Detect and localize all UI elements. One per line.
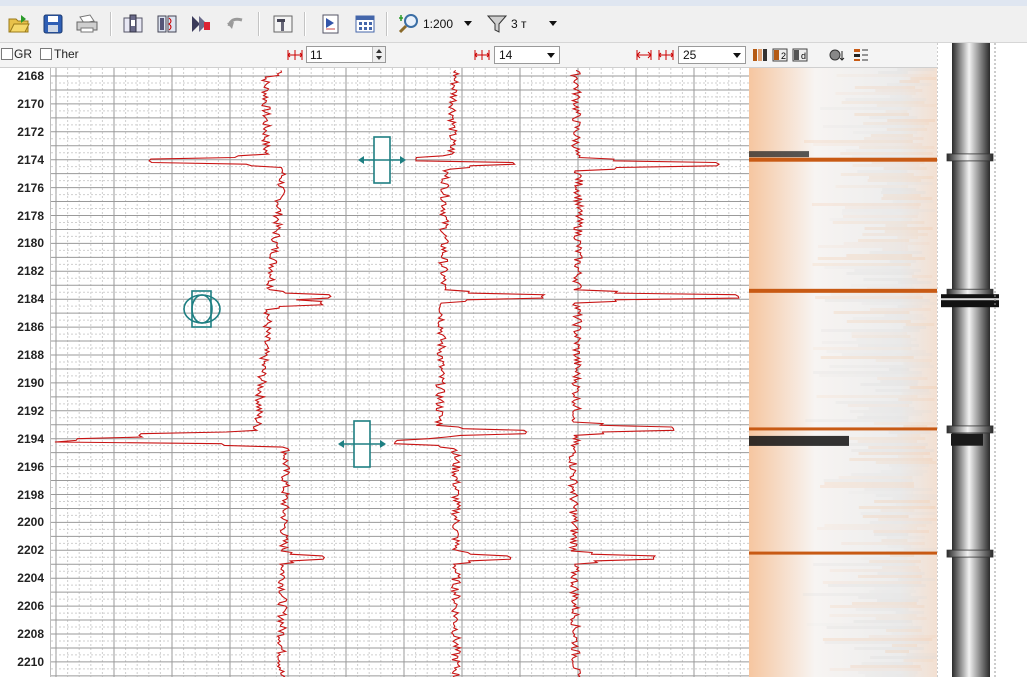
gr-checkbox[interactable] bbox=[1, 48, 13, 60]
scale-left-icon[interactable] bbox=[636, 47, 652, 63]
packer-element bbox=[941, 294, 999, 308]
depth-label: 2204 bbox=[17, 571, 44, 586]
depth-label: 2208 bbox=[17, 627, 44, 641]
depth-label: 2200 bbox=[17, 515, 44, 530]
depth-label: 2188 bbox=[17, 348, 44, 362]
ther-label: Ther bbox=[54, 47, 79, 61]
filter-icon[interactable] bbox=[484, 11, 510, 37]
sphere-icon[interactable] bbox=[829, 47, 845, 63]
undo-icon[interactable] bbox=[222, 11, 248, 37]
chevron-down-icon[interactable] bbox=[464, 21, 472, 26]
depth-label: 2190 bbox=[17, 375, 44, 390]
toolbar-separator bbox=[110, 12, 112, 36]
depth-label: 2196 bbox=[17, 459, 44, 474]
depth-label: 2176 bbox=[17, 180, 44, 195]
track3-scale-dropdown[interactable]: 25 bbox=[678, 46, 746, 64]
color-palette-icon[interactable] bbox=[752, 47, 768, 63]
depth-label: 2186 bbox=[17, 320, 44, 335]
image-track-svg bbox=[749, 68, 937, 677]
image-dark-band bbox=[749, 435, 849, 446]
ther-checkbox[interactable] bbox=[40, 48, 52, 60]
casing-pipe-track bbox=[937, 43, 1027, 677]
depth-label: 2210 bbox=[17, 654, 44, 669]
band-list-icon[interactable] bbox=[853, 47, 869, 63]
svg-text:d: d bbox=[801, 51, 806, 61]
save-icon[interactable] bbox=[40, 11, 66, 37]
curve-edit-icon[interactable] bbox=[188, 11, 214, 37]
depth-label: 2198 bbox=[17, 487, 44, 502]
filter-value[interactable]: 3 т bbox=[511, 17, 527, 31]
curve-1 bbox=[54, 70, 332, 677]
properties-icon[interactable] bbox=[270, 11, 296, 37]
track2-scale-value: 14 bbox=[499, 48, 513, 62]
depth-label: 2194 bbox=[17, 431, 44, 446]
zoom-icon[interactable] bbox=[396, 11, 422, 37]
template-icon[interactable] bbox=[318, 11, 344, 37]
svg-text:2: 2 bbox=[781, 51, 786, 61]
track-control-bar: GR Ther 11 14 25 2 d т bbox=[0, 43, 1027, 68]
toolbar-separator bbox=[304, 12, 306, 36]
casing-pipe bbox=[952, 43, 990, 677]
chevron-down-icon[interactable] bbox=[549, 21, 557, 26]
packer-element bbox=[951, 433, 983, 446]
dark-palette-icon[interactable]: d bbox=[792, 47, 808, 63]
image-band bbox=[749, 157, 937, 162]
log-plot-svg bbox=[51, 68, 749, 677]
chevron-down-icon[interactable] bbox=[729, 47, 745, 63]
toolbar-separator bbox=[386, 12, 388, 36]
scale-width-icon[interactable] bbox=[658, 47, 674, 63]
depth-label: 2202 bbox=[17, 543, 44, 558]
open-folder-icon[interactable] bbox=[6, 11, 32, 37]
depth-label: 2174 bbox=[17, 152, 44, 167]
chevron-down-icon[interactable] bbox=[543, 47, 559, 63]
toolbar-separator bbox=[258, 12, 260, 36]
depth-label: 2192 bbox=[17, 403, 44, 418]
image-band bbox=[749, 288, 937, 293]
gr-label: GR bbox=[14, 47, 32, 61]
centralizer-marker-icon[interactable] bbox=[183, 290, 221, 328]
depth-label: 2178 bbox=[17, 208, 44, 223]
track1-scale-spinner[interactable]: 11 bbox=[306, 46, 386, 63]
depth-label: 2182 bbox=[17, 264, 44, 279]
curve-2 bbox=[393, 69, 546, 677]
grid-table-icon[interactable] bbox=[352, 11, 378, 37]
print-icon[interactable] bbox=[74, 11, 100, 37]
track3-scale-value: 25 bbox=[683, 48, 697, 62]
depth-label: 2172 bbox=[17, 124, 44, 139]
tool-settings-icon[interactable] bbox=[120, 11, 146, 37]
scale-width-icon[interactable] bbox=[474, 47, 490, 63]
main-toolbar: 1:200 3 т bbox=[0, 6, 1027, 43]
two-color-icon[interactable]: 2 bbox=[772, 47, 788, 63]
image-band bbox=[749, 427, 937, 431]
log-tracks-icon[interactable] bbox=[154, 11, 180, 37]
depth-label: 2184 bbox=[17, 292, 44, 307]
depth-label: 2206 bbox=[17, 599, 44, 614]
casing-collar bbox=[946, 153, 994, 162]
depth-track: 2168 2170 2172 2174 2176 2178 2180 2182 2184 2186… bbox=[0, 68, 51, 677]
track1-scale-value: 11 bbox=[310, 48, 323, 62]
log-curves-track[interactable] bbox=[51, 68, 749, 677]
depth-label: 2168 bbox=[17, 69, 44, 83]
scale-width-icon[interactable] bbox=[287, 47, 303, 63]
track2-scale-dropdown[interactable]: 14 bbox=[494, 46, 560, 64]
image-dark-band bbox=[749, 151, 809, 158]
casing-collar bbox=[946, 425, 994, 434]
pipe-svg bbox=[937, 43, 999, 677]
image-band bbox=[749, 551, 937, 555]
spinner-arrows[interactable] bbox=[372, 47, 385, 62]
scale-value[interactable]: 1:200 bbox=[423, 17, 453, 31]
curve-3 bbox=[567, 69, 740, 677]
casing-collar bbox=[946, 549, 994, 558]
acoustic-image-track bbox=[749, 68, 937, 677]
packer-marker-icon[interactable] bbox=[358, 136, 406, 184]
packer-marker-icon[interactable] bbox=[338, 420, 386, 468]
depth-label: 2170 bbox=[17, 96, 44, 111]
depth-label: 2180 bbox=[17, 236, 44, 251]
